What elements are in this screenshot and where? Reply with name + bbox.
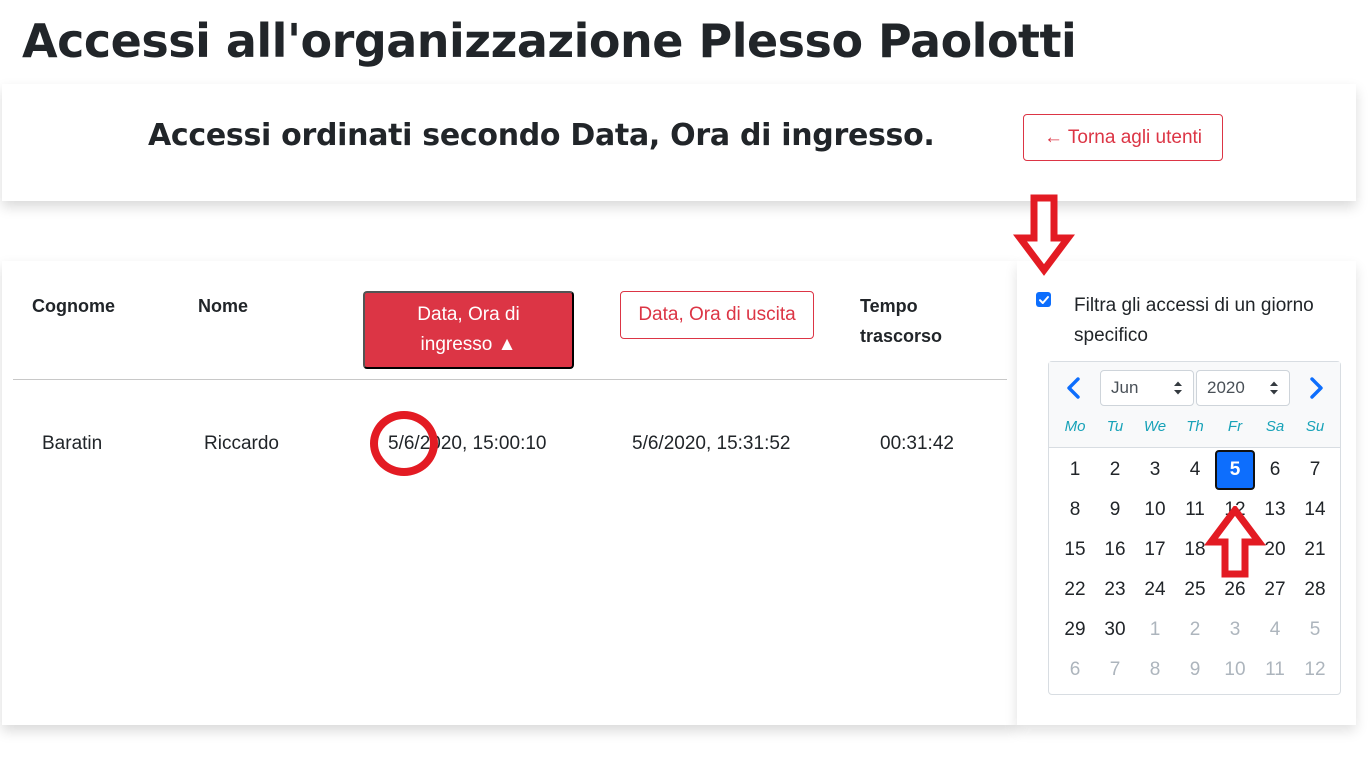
calendar-day-outside-month[interactable]: 4 (1255, 610, 1295, 650)
calendar-day[interactable]: 23 (1095, 570, 1135, 610)
calendar-day-outside-month[interactable]: 12 (1295, 650, 1335, 690)
back-to-users-button[interactable]: ← Torna agli utenti (1023, 114, 1223, 161)
calendar-day[interactable]: 10 (1135, 490, 1175, 530)
calendar-day[interactable]: 8 (1055, 490, 1095, 530)
calendar-day[interactable]: 3 (1135, 450, 1175, 490)
sort-description: Accessi ordinati secondo Data, Ora di in… (148, 118, 935, 153)
weekday-label: Mo (1064, 418, 1086, 435)
year-select[interactable]: 2020 (1196, 370, 1290, 406)
calendar-day-outside-month[interactable]: 9 (1175, 650, 1215, 690)
calendar-day[interactable]: 4 (1175, 450, 1215, 490)
calendar-day-outside-month[interactable]: 11 (1255, 650, 1295, 690)
next-month-icon[interactable] (1304, 376, 1328, 400)
calendar-day[interactable]: 7 (1295, 450, 1335, 490)
date-picker: Jun 2020 MoTuWeThFrSaSu 1234567891011121… (1048, 361, 1341, 695)
calendar-day[interactable]: 29 (1055, 610, 1095, 650)
calendar-day[interactable]: 5 (1215, 450, 1255, 490)
calendar-day-outside-month[interactable]: 7 (1095, 650, 1135, 690)
sort-by-entry-button[interactable]: Data, Ora di ingresso ▲ (363, 291, 574, 369)
date-picker-header: Jun 2020 Mo Tu We Th Fr Sa Su (1049, 362, 1340, 448)
page-title: Accessi all'organizzazione Plesso Paolot… (22, 14, 1077, 68)
prev-month-icon[interactable] (1062, 376, 1086, 400)
weekday-label: Su (1305, 418, 1325, 435)
cell-exit: 5/6/2020, 15:31:52 (632, 433, 791, 454)
year-select-value: 2020 (1207, 378, 1245, 397)
header-divider (13, 379, 1007, 380)
calendar-day-outside-month[interactable]: 3 (1215, 610, 1255, 650)
calendar-day[interactable]: 6 (1255, 450, 1295, 490)
calendar-day[interactable]: 15 (1055, 530, 1095, 570)
calendar-day[interactable]: 2 (1095, 450, 1135, 490)
month-select-value: Jun (1111, 378, 1139, 397)
cell-name: Riccardo (204, 433, 279, 454)
calendar-day[interactable]: 1 (1055, 450, 1095, 490)
highlight-circle (370, 411, 438, 476)
weekday-label: Fr (1227, 418, 1243, 435)
sort-by-exit-button[interactable]: Data, Ora di uscita (620, 291, 814, 339)
calendar-day[interactable]: 28 (1295, 570, 1335, 610)
date-filter-panel: Filtra gli accessi di un giorno specific… (1017, 261, 1356, 725)
check-icon (1038, 295, 1049, 304)
select-caret-icon (1174, 381, 1182, 395)
calendar-day[interactable]: 14 (1295, 490, 1335, 530)
month-select[interactable]: Jun (1100, 370, 1194, 406)
column-header-surname: Cognome (32, 296, 115, 316)
calendar-day-outside-month[interactable]: 1 (1135, 610, 1175, 650)
calendar-day-outside-month[interactable]: 8 (1135, 650, 1175, 690)
header-card: Accessi ordinati secondo Data, Ora di in… (2, 84, 1356, 201)
filter-day-checkbox[interactable] (1036, 292, 1051, 307)
cell-surname: Baratin (42, 433, 103, 454)
access-table: Cognome Nome Data, Ora di ingresso ▲ Dat… (2, 261, 1017, 725)
arrow-up-icon (1204, 506, 1266, 578)
calendar-day[interactable]: 16 (1095, 530, 1135, 570)
cell-elapsed: 00:31:42 (880, 433, 954, 454)
calendar-day[interactable]: 24 (1135, 570, 1175, 610)
calendar-day[interactable]: 17 (1135, 530, 1175, 570)
calendar-day[interactable]: 22 (1055, 570, 1095, 610)
calendar-day[interactable]: 9 (1095, 490, 1135, 530)
weekday-label: We (1143, 418, 1167, 435)
calendar-day-outside-month[interactable]: 2 (1175, 610, 1215, 650)
calendar-day-outside-month[interactable]: 10 (1215, 650, 1255, 690)
weekday-label: Sa (1265, 418, 1285, 435)
weekday-label: Tu (1106, 418, 1124, 435)
column-header-name: Nome (198, 296, 249, 316)
column-header-elapsed: Tempo trascorso (860, 296, 943, 346)
filter-day-label: Filtra gli accessi di un giorno specific… (1074, 295, 1314, 346)
calendar-day[interactable]: 21 (1295, 530, 1335, 570)
select-caret-icon (1270, 381, 1278, 395)
calendar-day-outside-month[interactable]: 6 (1055, 650, 1095, 690)
calendar-day[interactable]: 30 (1095, 610, 1135, 650)
arrow-down-icon (1013, 194, 1075, 276)
weekday-label: Th (1186, 418, 1204, 435)
calendar-day-outside-month[interactable]: 5 (1295, 610, 1335, 650)
